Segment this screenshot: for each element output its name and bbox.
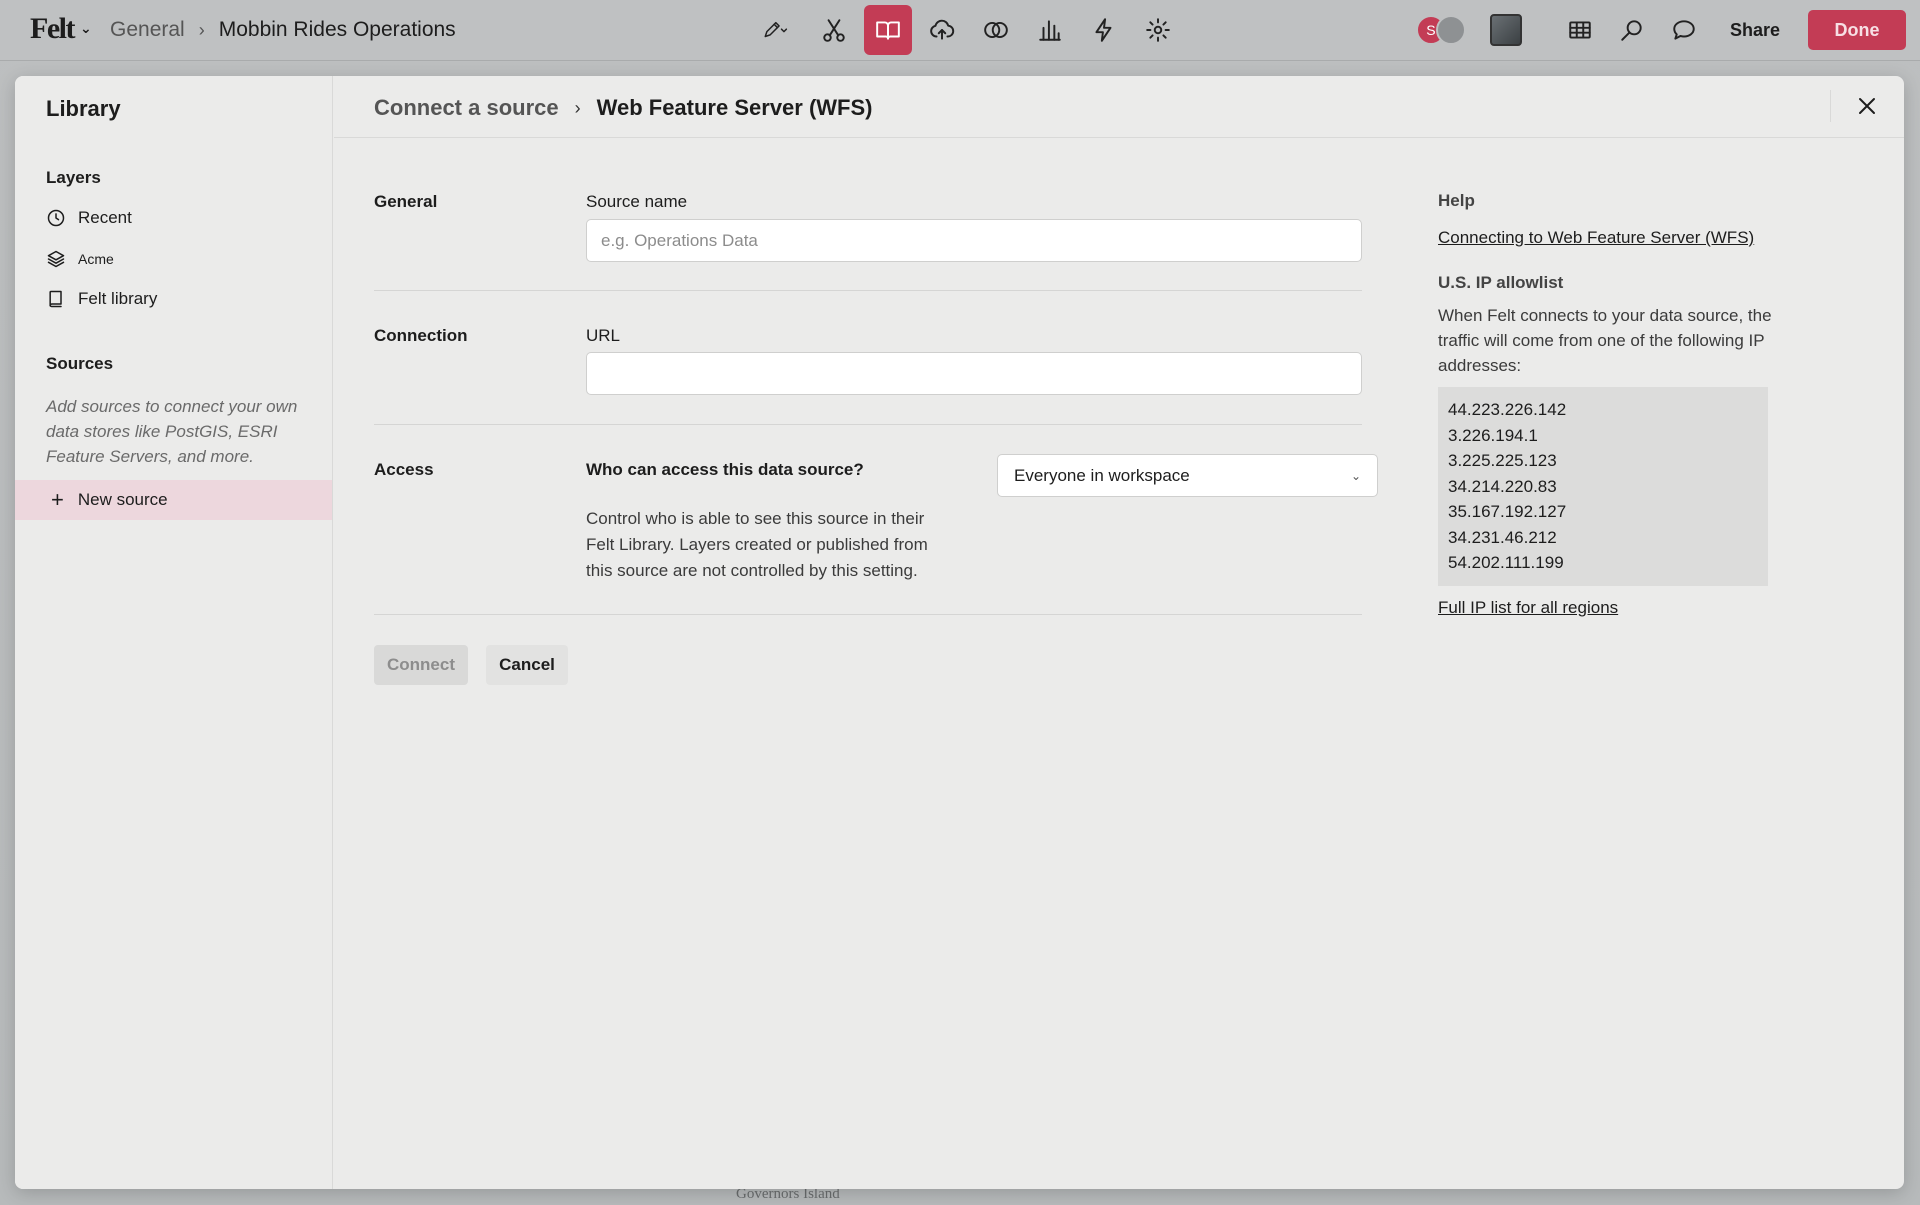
search-button[interactable] bbox=[1608, 5, 1656, 55]
connect-source-panel: Connect a source › Web Feature Server (W… bbox=[334, 76, 1904, 1189]
settings-tool-button[interactable] bbox=[1134, 5, 1182, 55]
upload-tool-button[interactable] bbox=[918, 5, 966, 55]
cancel-button[interactable]: Cancel bbox=[486, 645, 568, 685]
divider bbox=[374, 290, 1362, 291]
cut-tool-button[interactable] bbox=[810, 5, 858, 55]
library-modal: Library Layers Recent Acme Felt library … bbox=[15, 76, 1904, 1189]
breadcrumb-workspace[interactable]: General bbox=[110, 18, 185, 42]
search-icon bbox=[1621, 20, 1642, 41]
breadcrumb: General › Mobbin Rides Operations bbox=[110, 18, 456, 42]
ip-address: 35.167.192.127 bbox=[1448, 502, 1567, 521]
general-section-label: General bbox=[374, 192, 438, 211]
sidebar-item-acme[interactable]: Acme bbox=[46, 249, 114, 269]
lightning-icon bbox=[1095, 18, 1112, 42]
library-sidebar: Library Layers Recent Acme Felt library … bbox=[15, 76, 333, 1189]
ip-address: 34.231.46.212 bbox=[1448, 527, 1557, 547]
connection-section-label: Connection bbox=[374, 326, 468, 345]
source-name-label: Source name bbox=[586, 192, 688, 211]
divider bbox=[374, 614, 1362, 615]
plus-icon: + bbox=[51, 487, 64, 512]
help-title: Help bbox=[1438, 191, 1475, 210]
speech-bubble-icon bbox=[1673, 20, 1695, 40]
tool-group bbox=[746, 5, 1182, 55]
help-link-wfs[interactable]: Connecting to Web Feature Server (WFS) bbox=[1438, 228, 1754, 247]
sources-hint: Add sources to connect your own data sto… bbox=[46, 397, 298, 466]
panel-header: Connect a source › Web Feature Server (W… bbox=[334, 76, 1904, 138]
help-panel: Help Connecting to Web Feature Server (W… bbox=[1438, 191, 1778, 618]
access-select[interactable]: Everyone in workspace ⌄ bbox=[997, 454, 1378, 497]
connect-button[interactable]: Connect bbox=[374, 645, 468, 685]
access-select-value: Everyone in workspace bbox=[1014, 465, 1190, 485]
clock-icon bbox=[47, 209, 65, 227]
new-source-label: New source bbox=[77, 490, 168, 509]
share-button[interactable]: Share bbox=[1712, 20, 1798, 41]
top-toolbar: Felt ⌄ General › Mobbin Rides Operations bbox=[0, 0, 1920, 61]
bar-chart-icon bbox=[1039, 20, 1061, 41]
layers-icon bbox=[47, 250, 65, 268]
draw-tool-button[interactable] bbox=[746, 5, 804, 55]
full-ip-list-link[interactable]: Full IP list for all regions bbox=[1438, 598, 1618, 617]
chevron-right-icon: › bbox=[574, 97, 581, 118]
pencil-icon bbox=[764, 21, 788, 38]
open-book-icon bbox=[876, 21, 900, 40]
compare-tool-button[interactable] bbox=[972, 5, 1020, 55]
close-icon bbox=[1858, 98, 1875, 114]
actions-tool-button[interactable] bbox=[1080, 5, 1128, 55]
sidebar-item-felt-library[interactable]: Felt library bbox=[46, 289, 157, 309]
right-toolbar: S Share Done bbox=[1415, 5, 1906, 55]
overlap-circles-icon bbox=[984, 21, 1008, 39]
layers-section-label: Layers bbox=[46, 168, 101, 187]
breadcrumb-connect-source[interactable]: Connect a source bbox=[374, 95, 559, 121]
collaborators[interactable]: S bbox=[1415, 15, 1466, 45]
ip-list: 44.223.226.142 3.226.194.1 3.225.225.123… bbox=[1438, 387, 1768, 586]
book-icon bbox=[49, 290, 62, 308]
table-button[interactable] bbox=[1556, 5, 1604, 55]
ip-address: 44.223.226.142 bbox=[1448, 400, 1567, 419]
felt-logo: Felt bbox=[30, 12, 75, 45]
map-title[interactable]: Mobbin Rides Operations bbox=[219, 18, 456, 42]
access-description: Control who is able to see this source i… bbox=[586, 509, 928, 580]
access-section-label: Access bbox=[374, 460, 434, 479]
sidebar-item-label: Acme bbox=[78, 251, 114, 267]
ip-address: 54.202.111.199 bbox=[1448, 553, 1564, 572]
ip-address: 3.225.225.123 bbox=[1448, 451, 1557, 470]
done-button[interactable]: Done bbox=[1808, 10, 1906, 50]
gear-icon bbox=[1146, 18, 1170, 42]
allowlist-title: U.S. IP allowlist bbox=[1438, 273, 1564, 292]
table-icon bbox=[1569, 21, 1591, 39]
ip-address: 34.214.220.83 bbox=[1448, 476, 1557, 496]
divider bbox=[374, 424, 1362, 425]
allowlist-text: When Felt connects to your data source, … bbox=[1438, 306, 1772, 375]
access-question: Who can access this data source? bbox=[586, 460, 864, 479]
map-thumbnail[interactable] bbox=[1489, 14, 1522, 46]
sidebar-item-recent[interactable]: Recent bbox=[46, 208, 132, 228]
chevron-right-icon: › bbox=[198, 19, 205, 40]
page-title: Web Feature Server (WFS) bbox=[596, 95, 873, 120]
new-source-button[interactable]: + New source bbox=[15, 480, 332, 520]
ip-address: 3.226.194.1 bbox=[1448, 425, 1538, 445]
url-input[interactable] bbox=[586, 352, 1362, 395]
close-button[interactable] bbox=[1830, 90, 1882, 122]
breadcrumb: Connect a source › Web Feature Server (W… bbox=[374, 95, 873, 121]
felt-logo-menu[interactable]: Felt ⌄ bbox=[30, 12, 92, 46]
cloud-upload-icon bbox=[930, 19, 955, 40]
chevron-down-icon: ⌄ bbox=[1350, 468, 1361, 483]
scissors-icon bbox=[823, 19, 845, 42]
chart-tool-button[interactable] bbox=[1026, 5, 1074, 55]
source-name-input[interactable] bbox=[586, 219, 1362, 262]
sidebar-item-label: Felt library bbox=[78, 289, 158, 308]
sources-section-label: Sources bbox=[46, 354, 114, 373]
library-tool-button[interactable] bbox=[864, 5, 912, 55]
sidebar-item-label: Recent bbox=[78, 208, 132, 227]
chevron-down-icon: ⌄ bbox=[79, 21, 92, 37]
library-title: Library bbox=[46, 96, 121, 121]
url-label: URL bbox=[586, 326, 621, 345]
avatar bbox=[1435, 15, 1466, 45]
comments-button[interactable] bbox=[1660, 5, 1708, 55]
